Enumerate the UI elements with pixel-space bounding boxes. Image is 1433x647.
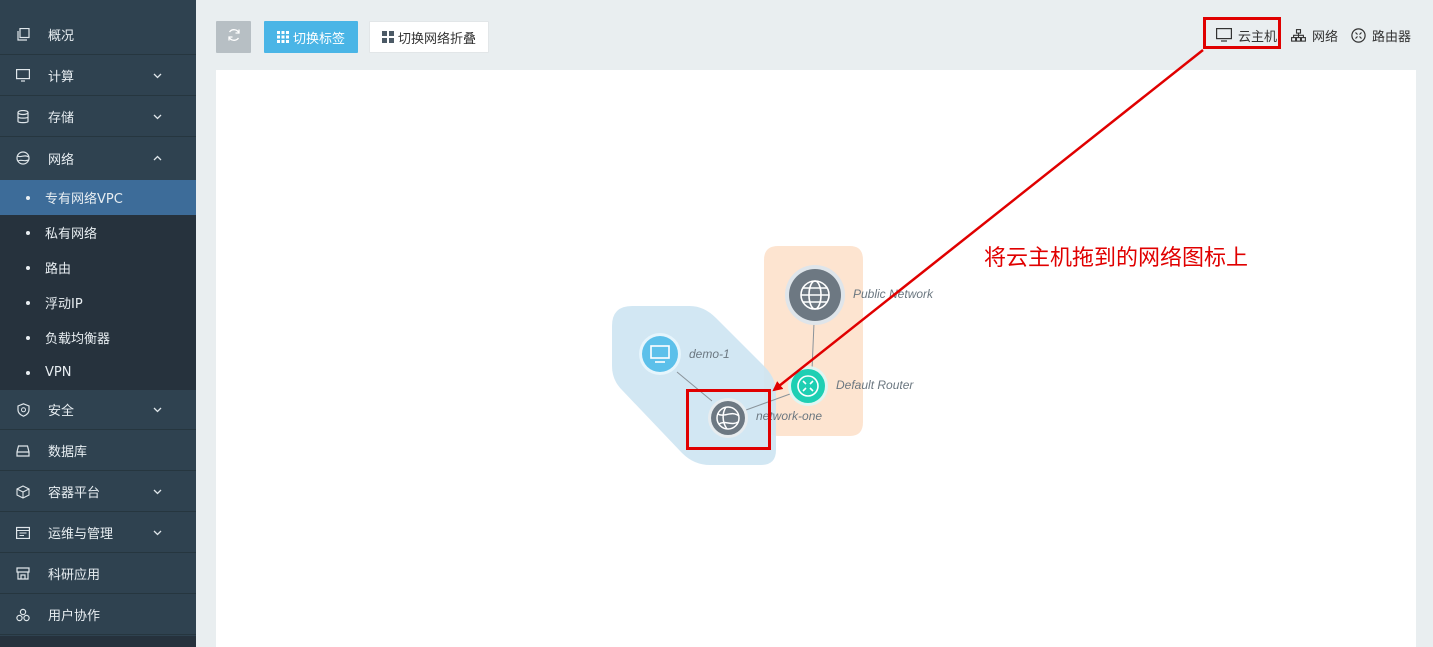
label-demo-1: demo-1 (689, 347, 730, 361)
node-demo-1 (639, 333, 681, 375)
topology-graph: Public Network demo-1 Default Router net… (612, 49, 1204, 465)
node-default-router (788, 366, 828, 406)
drag-arrow (772, 49, 1204, 392)
node-public-network (785, 265, 845, 325)
drag-instruction-annotation: 将云主机拖到的网络图标上 (984, 246, 1249, 271)
network-node-highlight-box (686, 389, 771, 450)
label-default-router: Default Router (836, 378, 914, 392)
